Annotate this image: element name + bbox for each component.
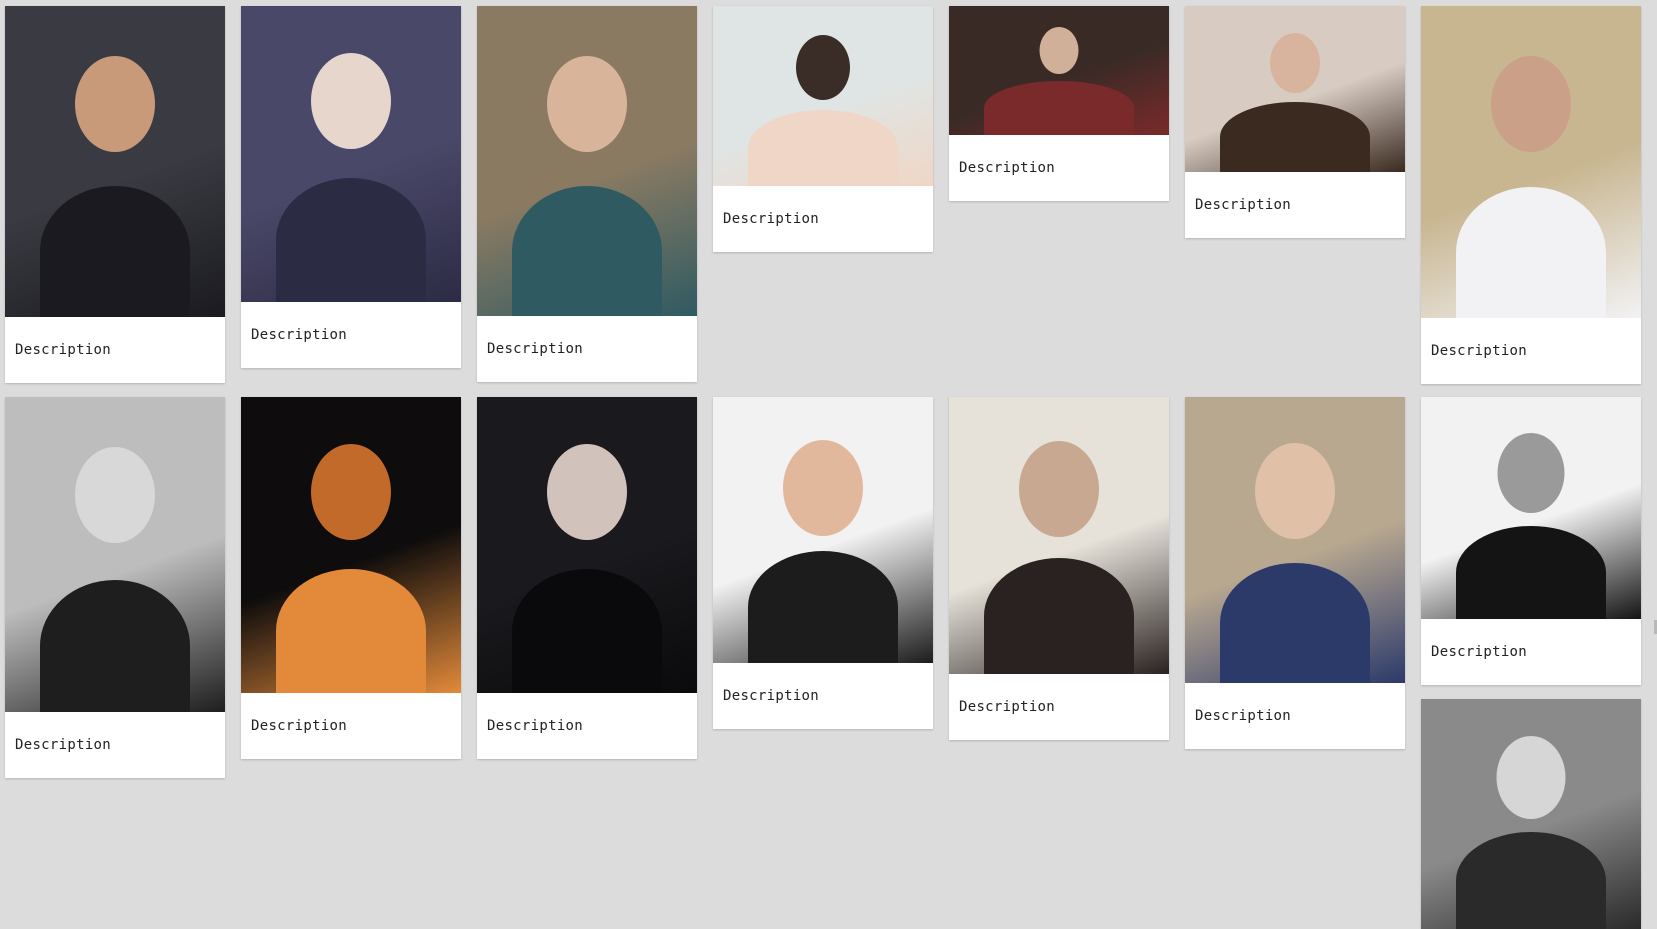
gallery-card[interactable]: Description (477, 6, 697, 382)
face-shape (311, 53, 391, 149)
photo-man-leather-jacket[interactable] (949, 397, 1169, 674)
figure-shape (512, 186, 662, 316)
card-caption: Description (959, 699, 1056, 715)
face-shape (1039, 27, 1079, 74)
photo-woman-bw-street[interactable] (1421, 699, 1641, 929)
gallery-card[interactable]: Description (477, 397, 697, 759)
photo-man-white-shirt-reaching[interactable] (1421, 6, 1641, 318)
figure-shape (512, 569, 662, 693)
face-shape (547, 56, 627, 152)
gallery-card[interactable]: Description (241, 397, 461, 759)
face-shape (311, 444, 391, 540)
photo-woman-floral-top[interactable] (1185, 6, 1405, 172)
face-shape (1019, 441, 1099, 537)
card-caption: Description (1431, 343, 1528, 359)
card-caption: Description (15, 342, 112, 358)
face-shape (796, 35, 850, 100)
photo-gallery: Description Description Description Desc… (0, 0, 1657, 929)
photo-man-bw-closeup[interactable] (1421, 397, 1641, 619)
photo-woman-top-hat-mustache[interactable] (477, 397, 697, 693)
figure-shape (40, 186, 190, 317)
face-shape (75, 447, 155, 543)
face-shape (1496, 736, 1566, 819)
figure-shape (748, 551, 898, 663)
figure-shape (1456, 832, 1606, 929)
card-caption: Description (723, 211, 820, 227)
photo-woman-short-hair-portrait[interactable] (713, 6, 933, 186)
gallery-card[interactable] (1421, 699, 1641, 929)
figure-shape (1220, 102, 1370, 172)
card-caption: Description (487, 341, 584, 357)
face-shape (75, 56, 155, 152)
card-caption: Description (251, 718, 348, 734)
figure-shape (276, 569, 426, 693)
gallery-card[interactable]: Description (1421, 6, 1641, 384)
gallery-card[interactable]: Description (713, 6, 933, 252)
gallery-card[interactable]: Description (713, 397, 933, 729)
card-caption: Description (723, 688, 820, 704)
gallery-card[interactable]: Description (1421, 397, 1641, 685)
photo-woman-clapperboard[interactable] (713, 397, 933, 663)
figure-shape (1220, 563, 1370, 683)
card-caption: Description (251, 327, 348, 343)
figure-shape (1456, 187, 1606, 318)
photo-man-red-jacket-car[interactable] (949, 6, 1169, 135)
figure-shape (40, 580, 190, 712)
card-caption: Description (959, 160, 1056, 176)
face-shape (1270, 33, 1320, 93)
gallery-card[interactable]: Description (5, 397, 225, 778)
gallery-card[interactable]: Description (241, 6, 461, 368)
gallery-card[interactable]: Description (1185, 6, 1405, 238)
face-shape (547, 444, 627, 540)
photo-woman-paisley-dress[interactable] (241, 6, 461, 302)
card-caption: Description (1195, 197, 1292, 213)
figure-shape (984, 558, 1134, 674)
photo-man-teal-coat-gq[interactable] (477, 6, 697, 316)
face-shape (1497, 433, 1565, 513)
gallery-card[interactable]: Description (949, 397, 1169, 740)
gallery-card[interactable]: Description (5, 6, 225, 383)
card-caption: Description (15, 737, 112, 753)
face-shape (1491, 56, 1571, 152)
figure-shape (748, 110, 898, 186)
card-caption: Description (1195, 708, 1292, 724)
photo-woman-curly-hair-bw[interactable] (5, 397, 225, 712)
card-caption: Description (487, 718, 584, 734)
card-caption: Description (1431, 644, 1528, 660)
photo-man-glasses-suit-pointing[interactable] (5, 6, 225, 317)
figure-shape (1456, 526, 1606, 619)
face-shape (783, 440, 863, 536)
figure-shape (276, 178, 426, 302)
photo-woman-blue-hat-street[interactable] (1185, 397, 1405, 683)
figure-shape (984, 81, 1134, 135)
gallery-card[interactable]: Description (949, 6, 1169, 201)
face-shape (1255, 443, 1335, 539)
gallery-card[interactable]: Description (1185, 397, 1405, 749)
photo-man-dark-portrait[interactable] (241, 397, 461, 693)
